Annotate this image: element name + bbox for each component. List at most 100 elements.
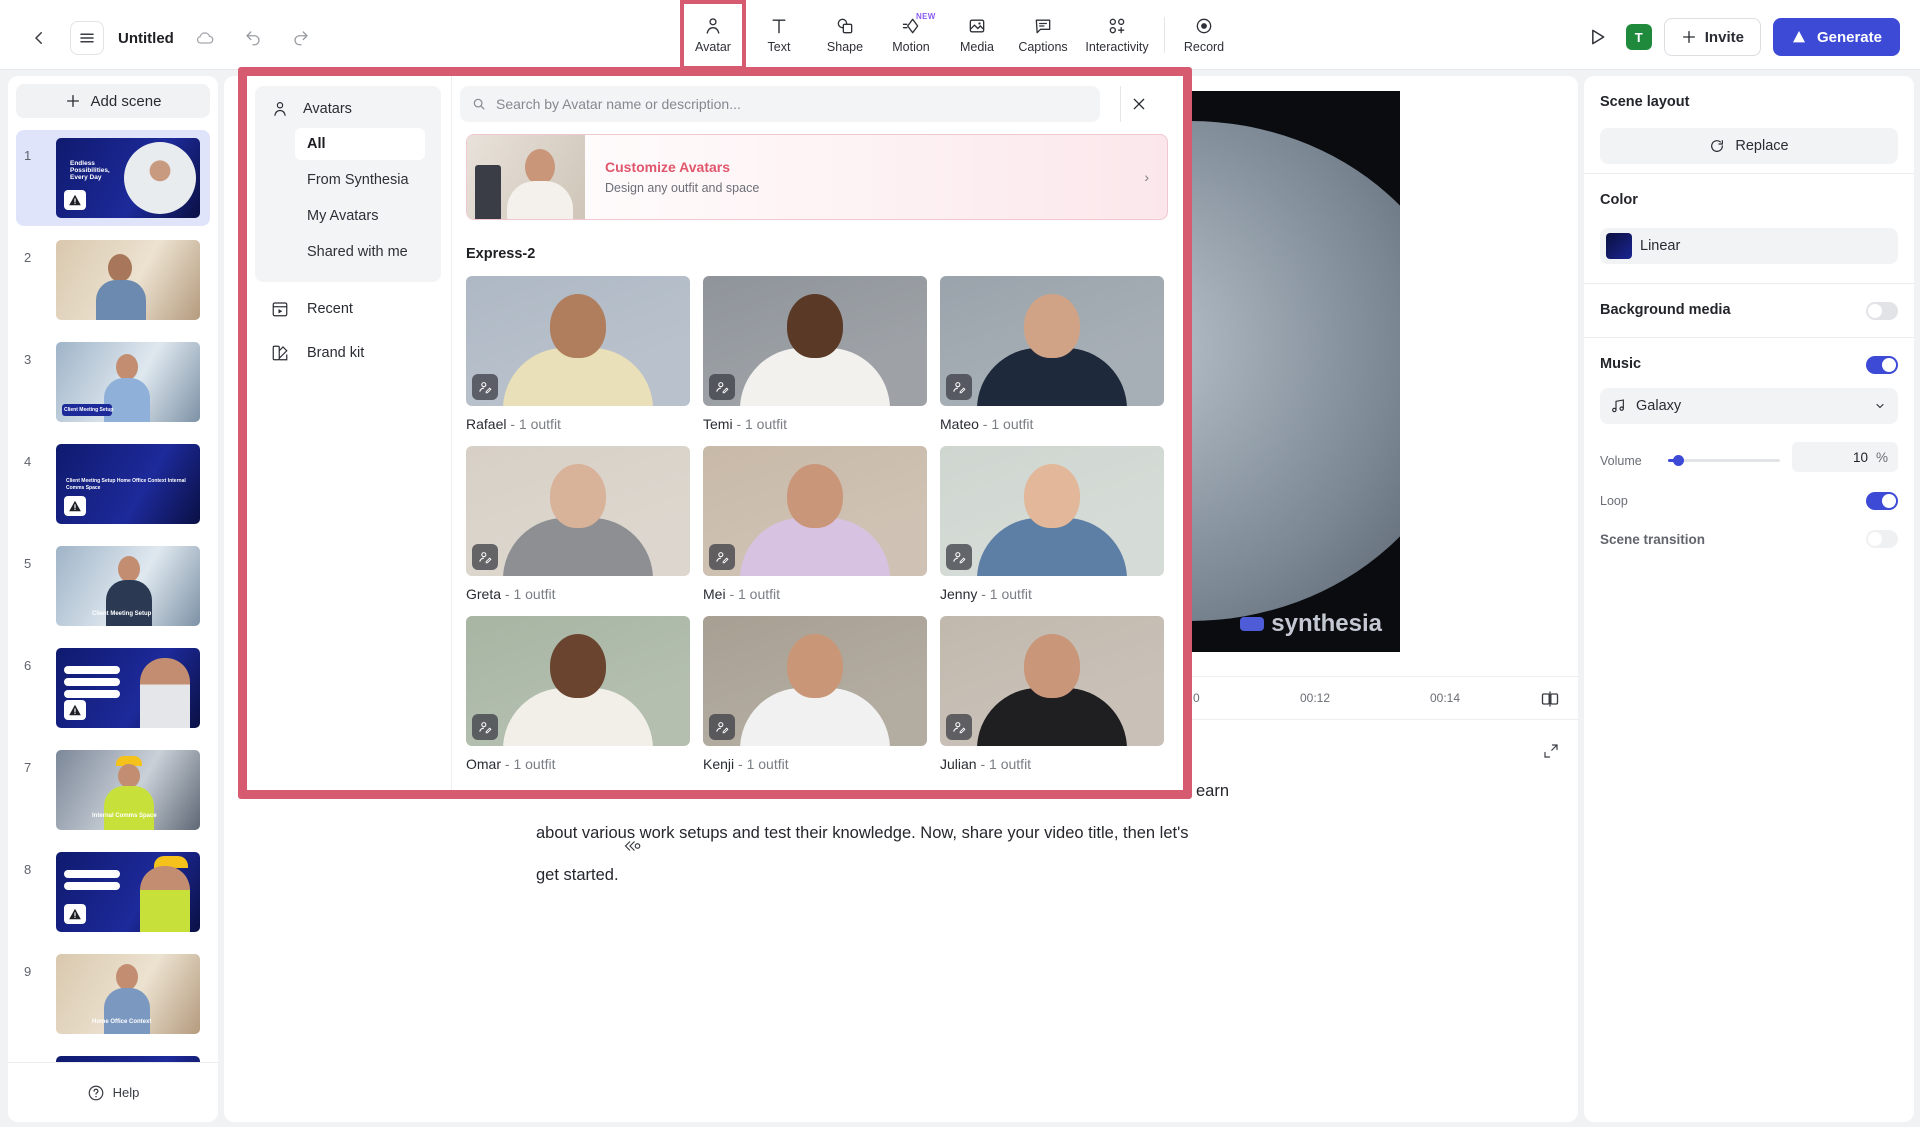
- play-preview-button[interactable]: [1580, 20, 1614, 54]
- express-2-heading: Express-2: [466, 246, 536, 262]
- nav-item-from-synthesia[interactable]: From Synthesia: [295, 164, 425, 196]
- scene-item[interactable]: 8: [16, 844, 210, 940]
- volume-input[interactable]: 10 %: [1792, 442, 1898, 472]
- timeline-split-button[interactable]: [1540, 689, 1560, 709]
- avatar-edit-icon: [479, 552, 492, 564]
- tool-text[interactable]: Text: [746, 0, 812, 70]
- color-value: Linear: [1640, 238, 1681, 254]
- avatar-caption: Jenny - 1 outfit: [940, 586, 1164, 602]
- avatar-name: Julian: [940, 756, 977, 772]
- brand-kit-icon: [272, 345, 288, 361]
- scene-item[interactable]: 9 Home Office Context: [16, 946, 210, 1042]
- redo-icon: [294, 31, 308, 46]
- sync-status: [188, 21, 222, 55]
- avatar-card[interactable]: Julian - 1 outfit: [940, 616, 1164, 772]
- scene-item[interactable]: 7 Internal Comms Space: [16, 742, 210, 838]
- music-track-value: Galaxy: [1636, 398, 1682, 414]
- avatar-customize-badge[interactable]: [946, 714, 972, 740]
- avatar-search-input[interactable]: Search by Avatar name or description...: [460, 86, 1100, 122]
- tool-motion[interactable]: NEW Motion: [878, 0, 944, 70]
- avatar-customize-badge[interactable]: [472, 714, 498, 740]
- nav-recent[interactable]: Recent: [271, 300, 353, 318]
- close-dialog-button[interactable]: [1120, 86, 1156, 122]
- loop-toggle[interactable]: [1866, 492, 1898, 510]
- cloud-icon: [196, 32, 214, 44]
- menu-button[interactable]: [70, 21, 104, 55]
- avatar-card[interactable]: Mei - 1 outfit: [703, 446, 927, 602]
- tool-shape[interactable]: Shape: [812, 0, 878, 70]
- video-preview[interactable]: synthesia: [1190, 91, 1400, 652]
- avatar-caption: Omar - 1 outfit: [466, 756, 690, 772]
- help-label: Help: [112, 1085, 140, 1100]
- avatar-customize-badge[interactable]: [472, 544, 498, 570]
- avatar-card[interactable]: Kenji - 1 outfit: [703, 616, 927, 772]
- avatar-caption: Julian - 1 outfit: [940, 756, 1164, 772]
- avatar-customize-badge[interactable]: [709, 714, 735, 740]
- volume-slider[interactable]: [1668, 455, 1780, 466]
- avatar-name: Greta: [466, 586, 502, 602]
- tool-avatar[interactable]: Avatar: [680, 0, 746, 70]
- promo-camera: [475, 165, 501, 219]
- scene-person: [118, 764, 140, 788]
- timeline[interactable]: 0 00:12 00:14: [1190, 676, 1580, 720]
- scene-item[interactable]: 2: [16, 232, 210, 328]
- replace-layout-button[interactable]: Replace: [1600, 128, 1898, 164]
- avatar-edit-icon: [716, 382, 729, 394]
- avatar-customize-badge[interactable]: [709, 374, 735, 400]
- avatars-nav-header[interactable]: Avatars: [271, 100, 352, 118]
- tool-captions[interactable]: Captions: [1010, 0, 1076, 70]
- top-bar-left: Untitled: [22, 18, 318, 58]
- nav-item-shared[interactable]: Shared with me: [295, 236, 425, 268]
- avatar-card[interactable]: Omar - 1 outfit: [466, 616, 690, 772]
- volume-slider-thumb[interactable]: [1673, 455, 1684, 466]
- scene-option: [64, 690, 120, 698]
- avatar-customize-badge[interactable]: [472, 374, 498, 400]
- nav-item-all[interactable]: All: [295, 128, 425, 160]
- music-toggle[interactable]: [1866, 356, 1898, 374]
- undo-button[interactable]: [236, 21, 270, 55]
- customize-avatars-banner[interactable]: Customize Avatars Design any outfit and …: [466, 134, 1168, 220]
- avatar-card[interactable]: Jenny - 1 outfit: [940, 446, 1164, 602]
- avatar-customize-badge[interactable]: [946, 544, 972, 570]
- help-button[interactable]: Help: [8, 1062, 218, 1122]
- voice-pause-marker[interactable]: [624, 838, 642, 854]
- scene-thumbnail: Endless Possibilities, Every Day: [56, 138, 200, 218]
- scene-number: 5: [24, 556, 32, 571]
- scene-item[interactable]: 4 Client Meeting Setup Home Office Conte…: [16, 436, 210, 532]
- scene-item[interactable]: 5 Client Meeting Setup: [16, 538, 210, 634]
- scene-thumb-text: Endless Possibilities, Every Day: [70, 160, 110, 181]
- avatar-card[interactable]: Greta - 1 outfit: [466, 446, 690, 602]
- avatar-thumbnail: [466, 276, 690, 406]
- warning-icon: [64, 496, 86, 516]
- avatar-card[interactable]: Mateo - 1 outfit: [940, 276, 1164, 432]
- tool-media[interactable]: Media: [944, 0, 1010, 70]
- properties-panel: Scene layout Replace Color Linear Backgr…: [1584, 76, 1914, 1122]
- avatar-customize-badge[interactable]: [946, 374, 972, 400]
- tool-record[interactable]: Record: [1171, 0, 1237, 70]
- back-button[interactable]: [22, 21, 56, 55]
- redo-button[interactable]: [284, 21, 318, 55]
- nav-item-my-avatars[interactable]: My Avatars: [295, 200, 425, 232]
- volume-value: 10: [1852, 450, 1868, 465]
- user-avatar[interactable]: T: [1625, 24, 1652, 50]
- document-title[interactable]: Untitled: [118, 30, 174, 47]
- scene-item[interactable]: 1 Endless Possibilities, Every Day: [16, 130, 210, 226]
- watermark-text: synthesia: [1271, 610, 1382, 637]
- music-track-select[interactable]: Galaxy: [1600, 388, 1898, 424]
- hamburger-icon: [80, 33, 94, 43]
- tool-interactivity[interactable]: Interactivity: [1076, 0, 1158, 70]
- avatar-card[interactable]: Rafael - 1 outfit: [466, 276, 690, 432]
- scene-item[interactable]: 6: [16, 640, 210, 736]
- add-scene-button[interactable]: Add scene: [16, 84, 210, 118]
- invite-button[interactable]: Invite: [1663, 18, 1761, 56]
- generate-button[interactable]: Generate: [1772, 18, 1900, 56]
- scene-item[interactable]: 3 Client Meeting Setup: [16, 334, 210, 430]
- avatar-edit-icon: [479, 382, 492, 394]
- scene-transition-toggle[interactable]: [1866, 530, 1898, 548]
- avatar-customize-badge[interactable]: [709, 544, 735, 570]
- expand-button[interactable]: [1542, 742, 1560, 760]
- color-picker[interactable]: Linear: [1600, 228, 1898, 264]
- nav-brand-kit[interactable]: Brand kit: [271, 344, 364, 362]
- avatar-card[interactable]: Temi - 1 outfit: [703, 276, 927, 432]
- background-media-toggle[interactable]: [1866, 302, 1898, 320]
